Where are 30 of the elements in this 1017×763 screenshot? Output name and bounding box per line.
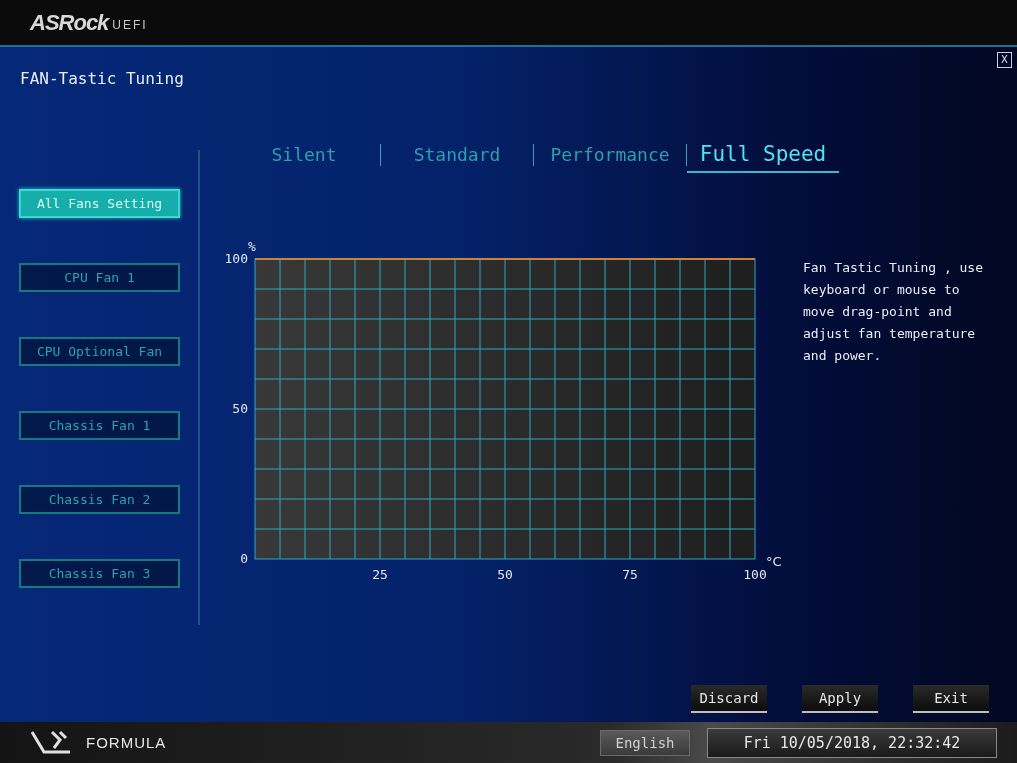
language-button[interactable]: English bbox=[600, 729, 690, 756]
date-time-display: Fri 10/05/2018, 22:32:42 bbox=[707, 727, 997, 758]
fan-select-button[interactable]: Chassis Fan 2 bbox=[19, 485, 180, 514]
action-button[interactable]: Exit bbox=[913, 685, 989, 713]
x-axis-unit: °C bbox=[766, 554, 782, 569]
fan-select-button[interactable]: CPU Optional Fan bbox=[19, 337, 180, 366]
preset-tab[interactable]: Silent bbox=[228, 137, 380, 173]
preset-tab[interactable]: Performance bbox=[534, 137, 686, 173]
close-button[interactable]: X bbox=[997, 52, 1012, 68]
x-axis-label: 25 bbox=[372, 567, 388, 582]
x-axis-label: 50 bbox=[497, 567, 513, 582]
x-axis-label: 75 bbox=[622, 567, 638, 582]
logo-suffix: UEFI bbox=[112, 18, 148, 32]
fan-select-button[interactable]: Chassis Fan 3 bbox=[19, 559, 180, 588]
page-title: FAN-Tastic Tuning bbox=[20, 69, 184, 90]
preset-tab[interactable]: Standard bbox=[381, 137, 533, 173]
fan-select-button[interactable]: Chassis Fan 1 bbox=[19, 411, 180, 440]
fan-select-button[interactable]: CPU Fan 1 bbox=[19, 263, 180, 292]
formula-logo-text: FORMULA bbox=[86, 734, 167, 751]
y-axis-unit: % bbox=[248, 239, 256, 254]
help-text: Fan Tastic Tuning , use keyboard or mouse to move drag-point and adjust fan temperature and power. bbox=[803, 259, 984, 365]
action-button[interactable]: Apply bbox=[802, 685, 878, 713]
x-axis-label: 100 bbox=[743, 567, 767, 582]
preset-tab[interactable]: Full Speed bbox=[687, 137, 839, 173]
y-axis-label: 0 bbox=[240, 550, 248, 566]
brand-logo: ASRock bbox=[30, 9, 109, 36]
y-axis-label: 100 bbox=[224, 250, 248, 266]
fan-curve-line[interactable] bbox=[254, 258, 756, 260]
y-axis-label: 50 bbox=[232, 400, 248, 416]
action-button[interactable]: Discard bbox=[691, 685, 767, 713]
